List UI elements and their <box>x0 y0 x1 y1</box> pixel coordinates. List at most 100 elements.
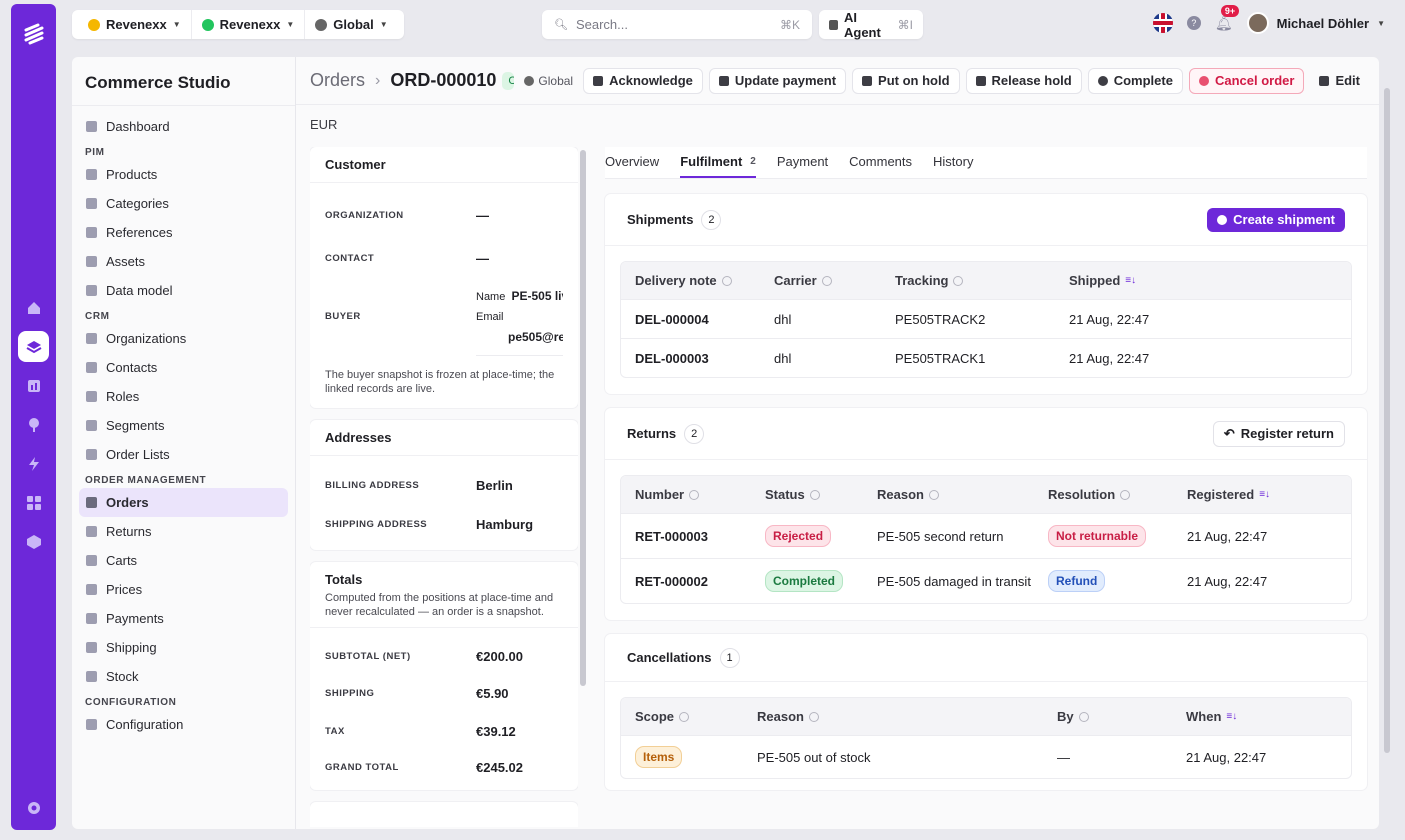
apps-icon[interactable] <box>18 487 49 518</box>
search-input[interactable]: 🔍︎ Search... ⌘K <box>542 10 812 39</box>
cancel-order-button[interactable]: Cancel order <box>1188 67 1305 94</box>
home-icon[interactable] <box>18 292 49 323</box>
sidebar-item-returns[interactable]: Returns <box>79 517 288 546</box>
search-icon: 🔍︎ <box>554 19 568 31</box>
dashboard-icon <box>86 121 97 132</box>
table-row[interactable]: Items PE-505 out of stock — 21 Aug, 22:4… <box>621 735 1351 778</box>
cube-icon <box>86 497 97 508</box>
sidebar-item-dashboard[interactable]: Dashboard <box>79 112 288 141</box>
sort-desc-icon: ≡↓ <box>1226 711 1238 722</box>
column-header-by[interactable]: By <box>1057 709 1186 724</box>
sort-desc-icon: ≡↓ <box>1259 489 1271 500</box>
cube-icon[interactable] <box>18 526 49 557</box>
info-icon <box>1120 489 1131 500</box>
column-header-resolution[interactable]: Resolution <box>1048 487 1187 502</box>
rocket-icon[interactable] <box>18 409 49 440</box>
user-menu[interactable]: Michael Döhler ▼ <box>1246 12 1385 34</box>
breadcrumb-orders[interactable]: Orders <box>310 70 365 91</box>
create-shipment-button[interactable]: Create shipment <box>1207 207 1345 232</box>
chevron-down-icon: ▼ <box>286 20 295 29</box>
sidebar-item-orders[interactable]: Orders <box>79 488 288 517</box>
tenant-select[interactable]: Revenexx ▼ <box>78 10 192 39</box>
returns-section: Returns 2 ↶ Register return Number Status… <box>605 408 1367 620</box>
table-row[interactable]: DEL-000003 dhl PE505TRACK1 21 Aug, 22:47 <box>621 338 1351 377</box>
sidebar-item-products[interactable]: Products <box>79 160 288 189</box>
column-header-tracking[interactable]: Tracking <box>895 273 1069 288</box>
table-row[interactable]: RET-000002 Completed PE-505 damaged in t… <box>621 558 1351 603</box>
sidebar-item-roles[interactable]: Roles <box>79 382 288 411</box>
tab-payment[interactable]: Payment <box>777 146 828 178</box>
sidebar-item-contacts[interactable]: Contacts <box>79 353 288 382</box>
nav-section-crm: CRM <box>85 311 110 322</box>
table-header-row: Scope Reason By When ≡↓ <box>621 698 1351 735</box>
sidebar-item-stock[interactable]: Stock <box>79 662 288 691</box>
logo-icon[interactable] <box>18 18 49 49</box>
app-rail <box>11 4 56 830</box>
column-header-reason[interactable]: Reason <box>757 709 1057 724</box>
next-card <box>310 802 578 827</box>
edit-button[interactable]: Edit <box>1310 68 1369 94</box>
count-badge: 1 <box>719 647 740 668</box>
sidebar-item-prices[interactable]: Prices <box>79 575 288 604</box>
topbar-right: ? 🔔︎ 9+ Michael Döhler ▼ <box>1152 4 1385 34</box>
layers-icon[interactable] <box>18 331 49 362</box>
shipping-row: SHIPPING €5.90 <box>325 685 509 701</box>
sidebar-item-shipping[interactable]: Shipping <box>79 633 288 662</box>
shield-icon <box>86 391 97 402</box>
column-header-carrier[interactable]: Carrier <box>774 273 895 288</box>
uk-flag-icon[interactable] <box>1152 13 1173 33</box>
info-icon <box>679 711 690 722</box>
notifications-bell-icon[interactable]: 🔔︎ 9+ <box>1215 4 1240 32</box>
settings-gear-icon[interactable] <box>18 792 49 823</box>
sidebar-item-data-model[interactable]: Data model <box>79 276 288 305</box>
sidebar-item-references[interactable]: References <box>79 218 288 247</box>
register-return-button[interactable]: ↶ Register return <box>1212 420 1345 447</box>
tab-fulfilment[interactable]: Fulfilment 2 <box>680 146 756 178</box>
buyer-row: BUYER Name PE-505 live Email pe505@reve <box>310 277 578 355</box>
sidebar-item-configuration[interactable]: Configuration <box>79 710 288 739</box>
table-row[interactable]: DEL-000004 dhl PE505TRACK2 21 Aug, 22:47 <box>621 299 1351 338</box>
credit-card-icon <box>86 613 97 624</box>
help-icon[interactable]: ? <box>1186 16 1201 30</box>
table-row[interactable]: RET-000003 Rejected PE-505 second return… <box>621 513 1351 558</box>
chart-icon[interactable] <box>18 370 49 401</box>
put-on-hold-button[interactable]: Put on hold <box>852 67 960 94</box>
avatar <box>1246 12 1269 34</box>
lightning-icon[interactable] <box>18 448 49 479</box>
ai-agent-button[interactable]: AI Agent ⌘I <box>819 10 923 40</box>
update-payment-button[interactable]: Update payment <box>708 67 847 94</box>
left-column-scrollbar[interactable] <box>580 150 586 686</box>
scope-select[interactable]: Global ▼ <box>305 10 397 39</box>
sidebar-item-payments[interactable]: Payments <box>79 604 288 633</box>
main-scrollbar[interactable] <box>1384 88 1390 753</box>
release-hold-button[interactable]: Release hold <box>965 67 1082 94</box>
tab-comments[interactable]: Comments <box>849 146 912 178</box>
cancellations-section: Cancellations 1 Scope Reason By When ≡↓ I… <box>605 634 1367 790</box>
sidebar-item-order-lists[interactable]: Order Lists <box>79 440 288 469</box>
acknowledge-button[interactable]: Acknowledge <box>583 67 703 94</box>
sidebar-item-organizations[interactable]: Organizations <box>79 324 288 353</box>
column-header-shipped[interactable]: Shipped ≡↓ <box>1069 273 1136 288</box>
column-header-registered[interactable]: Registered ≡↓ <box>1187 487 1270 502</box>
sidebar-item-assets[interactable]: Assets <box>79 247 288 276</box>
undo-arrow-icon: ↶ <box>1223 425 1235 441</box>
column-header-scope[interactable]: Scope <box>635 709 757 724</box>
column-header-number[interactable]: Number <box>635 487 765 502</box>
tab-bar: Overview Fulfilment 2 Payment Comments Hi… <box>605 147 1367 179</box>
column-header-delivery-note[interactable]: Delivery note <box>635 273 774 288</box>
sidebar-item-segments[interactable]: Segments <box>79 411 288 440</box>
column-header-reason[interactable]: Reason <box>877 487 1048 502</box>
sidebar-item-carts[interactable]: Carts <box>79 546 288 575</box>
scope-badge: Global <box>524 74 573 88</box>
tab-history[interactable]: History <box>933 146 973 178</box>
sidebar-item-categories[interactable]: Categories <box>79 189 288 218</box>
company-select[interactable]: Revenexx ▼ <box>192 10 306 39</box>
info-icon <box>689 489 700 500</box>
column-header-when[interactable]: When ≡↓ <box>1186 709 1237 724</box>
subtotal-row: SUBTOTAL (NET) €200.00 <box>325 648 523 664</box>
addresses-title: Addresses <box>310 420 578 456</box>
cart-icon <box>86 555 97 566</box>
column-header-status[interactable]: Status <box>765 487 877 502</box>
complete-button[interactable]: Complete <box>1087 67 1183 94</box>
tab-overview[interactable]: Overview <box>605 146 659 178</box>
